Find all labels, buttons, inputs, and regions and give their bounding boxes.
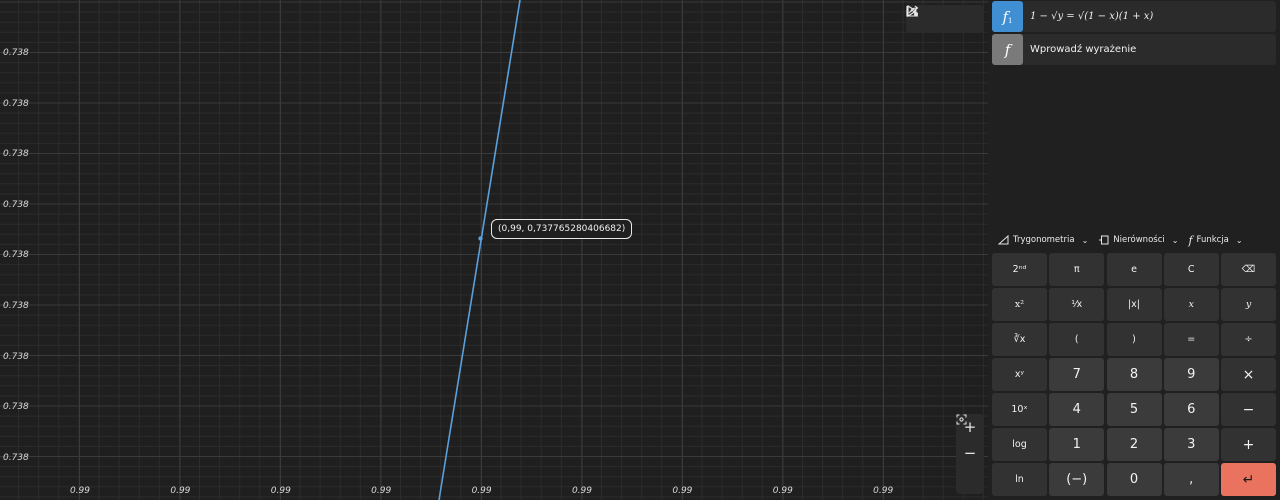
function-icon: f [1188,233,1193,247]
backspace-button[interactable]: ⌫ [1221,253,1276,286]
keypad-tabs: Trygonometria ⌄ Nierówności ⌄ f Funkcja ⌄ [988,229,1280,251]
chevron-down-icon: ⌄ [1235,235,1243,245]
reciprocal-button[interactable]: ¹⁄x [1049,288,1105,321]
graph-grid [0,0,988,500]
divide-button[interactable]: ÷ [1221,323,1276,356]
chevron-down-icon: ⌄ [1081,235,1089,245]
function-entry-new[interactable]: f Wprowadź wyrażenie [992,34,1276,65]
triangle-ruler-icon [998,235,1009,245]
power-button[interactable]: xʸ [992,358,1047,391]
x-tick-label: 0.99 [873,486,894,496]
pi-button[interactable]: π [1049,253,1105,286]
y-tick-label: 0.738 [3,199,29,210]
minus-button[interactable]: − [1221,393,1276,426]
graph-settings-icon[interactable] [906,6,981,29]
ln-button[interactable]: ln [992,463,1047,496]
digit-1-button[interactable]: 1 [1049,428,1105,461]
zoom-controls: + − [956,414,984,494]
function-placeholder-icon: f [992,34,1023,65]
digit-0-button[interactable]: 0 [1106,463,1162,496]
y-tick-label: 0.738 [3,149,29,160]
square-button[interactable]: x² [992,288,1047,321]
open-paren-button[interactable]: ( [1049,323,1105,356]
x-tick-label: 0.99 [371,486,392,496]
digit-7-button[interactable]: 7 [1049,358,1105,391]
digit-2-button[interactable]: 2 [1106,428,1162,461]
x-tick-label: 0.99 [270,486,291,496]
traced-point[interactable] [478,236,483,241]
chevron-down-icon: ⌄ [1171,235,1179,245]
digit-9-button[interactable]: 9 [1163,358,1219,391]
y-tick-label: 0.738 [3,48,29,58]
e-button[interactable]: e [1106,253,1162,286]
graph-canvas[interactable]: 0.738 0.738 0.738 0.738 0.738 0.738 0.738 0.738… [0,0,988,500]
y-tick-label: 0.738 [3,301,29,311]
x-tick-label: 0.99 [772,486,793,496]
log-button[interactable]: log [992,428,1047,461]
plus-button[interactable]: + [1221,428,1276,461]
second-function-button[interactable]: 2ⁿᵈ [992,253,1047,286]
y-tick-label: 0.738 [3,402,29,413]
inequality-icon [1099,235,1109,245]
absolute-value-button[interactable]: |x| [1106,288,1162,321]
y-variable-button[interactable]: y [1221,288,1276,321]
x-tick-label: 0.99 [571,486,593,496]
enter-button[interactable]: ↵ [1221,463,1276,496]
digit-3-button[interactable]: 3 [1163,428,1219,461]
x-tick-label: 0.99 [672,486,693,496]
x-variable-button[interactable]: x [1163,288,1219,321]
function-entry-1[interactable]: f1 1 − √y = √(1 − x)(1 + x) [992,1,1276,32]
tab-trigonometry[interactable]: Trygonometria ⌄ [998,235,1088,245]
negate-button[interactable]: (−) [1049,463,1105,496]
x-tick-label: 0.99 [69,486,91,496]
y-tick-label: 0.738 [3,98,29,109]
function-color-icon[interactable]: f1 [992,1,1023,32]
digit-8-button[interactable]: 8 [1106,358,1162,391]
expression-input-placeholder[interactable]: Wprowadź wyrażenie [1030,44,1136,55]
ten-power-button[interactable]: 10ˣ [992,393,1047,426]
y-tick-label: 0.738 [3,452,29,463]
tab-function[interactable]: f Funkcja ⌄ [1188,234,1242,247]
y-tick-label: 0.738 [3,250,29,261]
function-expression: 1 − √y = √(1 − x)(1 + x) [1030,11,1154,22]
digit-5-button[interactable]: 5 [1106,393,1162,426]
calculator-keypad: 2ⁿᵈ π e C ⌫ x² ¹⁄x |x| x y ∛x() = ÷ xʸ 7 8 9 × 10ˣ 4 5 6− log 1… [992,253,1276,496]
y-tick-label: 0.738 [3,351,29,362]
digit-4-button[interactable]: 4 [1049,393,1105,426]
share-icon[interactable] [906,5,955,29]
decimal-separator-button[interactable]: , [1163,463,1219,496]
x-tick-label: 0.99 [170,486,191,496]
function-panel: f1 1 − √y = √(1 − x)(1 + x) f Wprowadź w… [988,0,1280,500]
close-paren-button[interactable]: ) [1106,323,1162,356]
multiply-button[interactable]: × [1221,358,1276,391]
cube-root-button[interactable]: ∛x [992,323,1047,356]
zoom-out-button[interactable]: − [956,440,984,466]
tab-inequalities[interactable]: Nierówności ⌄ [1098,235,1178,245]
clear-button[interactable]: C [1163,253,1219,286]
digit-6-button[interactable]: 6 [1163,393,1219,426]
function-curve[interactable] [438,0,521,500]
fit-view-icon[interactable] [956,414,984,492]
point-coordinate-label: (0,99, 0,737765280406682) [491,219,633,239]
equals-button[interactable]: = [1163,323,1219,356]
graph-toolbar [906,5,984,33]
x-tick-label: 0.99 [471,486,492,496]
